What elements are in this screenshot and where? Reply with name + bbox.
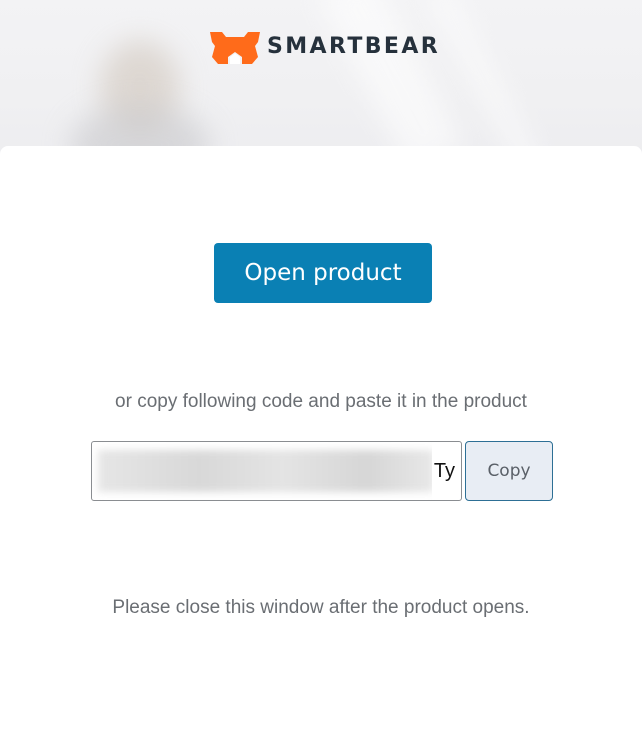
code-field-value: Ty: [431, 442, 455, 500]
smartbear-logo: SMARTBEAR: [208, 30, 440, 64]
hero-banner: SMARTBEAR: [0, 0, 642, 160]
smartbear-bear-icon: [210, 32, 260, 64]
open-product-button[interactable]: Open product: [214, 243, 432, 303]
code-field[interactable]: Ty: [91, 441, 462, 501]
copy-instruction-text: or copy following code and paste it in t…: [115, 391, 527, 412]
code-redacted-blur: [98, 450, 434, 492]
copy-button[interactable]: Copy: [465, 441, 553, 501]
brand-name: SMARTBEAR: [267, 34, 441, 59]
close-window-note: Please close this window after the produ…: [112, 597, 530, 618]
page: SMARTBEAR Open product or copy following…: [0, 0, 642, 738]
